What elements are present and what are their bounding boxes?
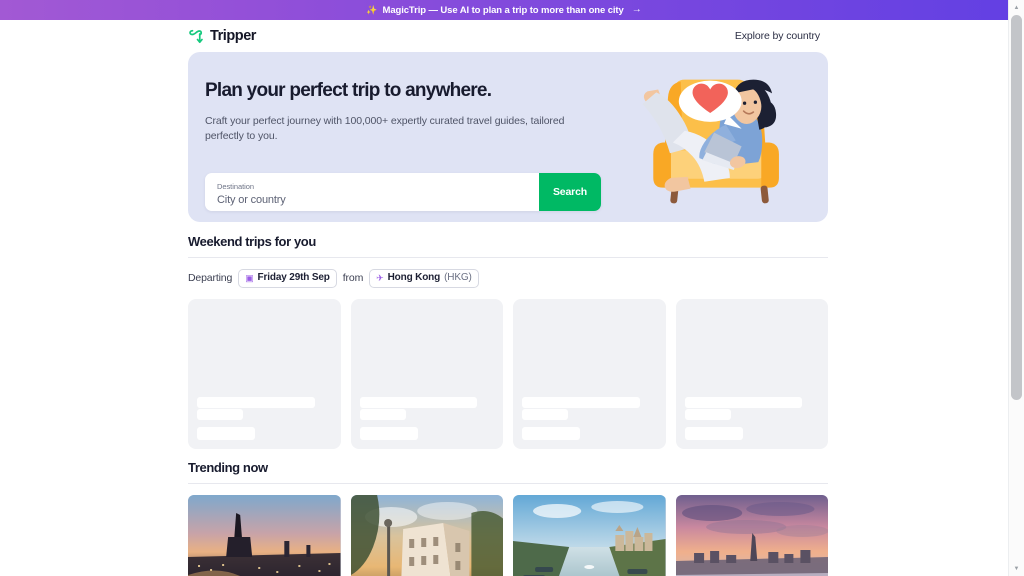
browser-viewport: ✨ MagicTrip — Use AI to plan a trip to m… xyxy=(0,0,1024,576)
promo-banner-content: ✨ MagicTrip — Use AI to plan a trip to m… xyxy=(366,5,641,16)
destination-label: Destination xyxy=(217,182,254,192)
calendar-icon: ▣ xyxy=(245,272,254,283)
trending-card[interactable] xyxy=(188,495,341,576)
skeleton-line xyxy=(359,396,477,408)
skeleton-line xyxy=(197,426,255,440)
trending-now-grid xyxy=(188,495,828,576)
skeleton-line xyxy=(684,426,743,440)
arrow-right-icon: → xyxy=(631,4,642,15)
trip-card-skeleton[interactable] xyxy=(675,298,828,449)
airplane-icon: ✈ xyxy=(376,272,384,283)
destination-search-bar: Destination City or country Search xyxy=(205,173,601,211)
weekend-trips-title: Weekend trips for you xyxy=(188,234,316,249)
hero-illustration xyxy=(622,60,822,222)
destination-input[interactable]: Destination City or country xyxy=(205,173,539,211)
trip-card-skeleton[interactable] xyxy=(188,298,341,449)
search-button[interactable]: Search xyxy=(539,173,601,211)
brand-name: Tripper xyxy=(210,27,256,44)
scrollbar-thumb[interactable] xyxy=(1011,15,1022,400)
weekend-trips-section: Weekend trips for you Departing ▣ Friday… xyxy=(188,234,828,449)
departure-date-value: Friday 29th Sep xyxy=(257,272,330,283)
site-header: Tripper Explore by country xyxy=(0,20,1008,51)
trending-card[interactable] xyxy=(350,495,503,576)
section-divider xyxy=(188,483,828,484)
origin-city: Hong Kong xyxy=(387,272,441,283)
skeleton-line xyxy=(684,396,802,408)
trending-now-section: Trending now xyxy=(188,460,828,576)
hero-section: Plan your perfect trip to anywhere. Craf… xyxy=(188,52,828,222)
skeleton-line xyxy=(684,408,731,420)
explore-by-country-link[interactable]: Explore by country xyxy=(735,30,820,42)
skeleton-line xyxy=(522,396,640,408)
trending-card[interactable] xyxy=(675,495,828,576)
trip-card-skeleton[interactable] xyxy=(513,298,666,449)
weekend-trips-grid xyxy=(188,298,828,449)
tripper-loop-logo-icon xyxy=(188,27,205,45)
scroll-down-arrow-icon[interactable]: ▼ xyxy=(1009,561,1024,576)
departure-date-chip[interactable]: ▣ Friday 29th Sep xyxy=(238,269,337,288)
origin-code: (HKG) xyxy=(444,272,472,283)
skeleton-line xyxy=(522,408,568,420)
page-content: Tripper Explore by country Plan your per… xyxy=(0,20,1008,576)
skeleton-line xyxy=(197,408,243,420)
origin-airport-chip[interactable]: ✈ Hong Kong (HKG) xyxy=(369,269,479,288)
section-divider xyxy=(188,257,828,258)
hero-title: Plan your perfect trip to anywhere. xyxy=(205,80,492,101)
sparkle-icon: ✨ xyxy=(366,4,378,15)
hero-subtitle: Craft your perfect journey with 100,000+… xyxy=(205,114,565,143)
brand-logo[interactable]: Tripper xyxy=(188,27,256,45)
promo-banner[interactable]: ✨ MagicTrip — Use AI to plan a trip to m… xyxy=(0,0,1008,20)
scroll-up-arrow-icon[interactable]: ▲ xyxy=(1009,0,1024,15)
skeleton-line xyxy=(522,426,580,440)
promo-banner-text: MagicTrip — Use AI to plan a trip to mor… xyxy=(382,4,624,16)
skeleton-line xyxy=(359,408,406,420)
weekend-trips-filters: Departing ▣ Friday 29th Sep from ✈ Hong … xyxy=(188,269,828,288)
departing-label: Departing xyxy=(188,272,233,285)
skeleton-line xyxy=(197,396,315,408)
trending-now-title: Trending now xyxy=(188,460,268,475)
trending-card[interactable] xyxy=(513,495,666,576)
trip-card-skeleton[interactable] xyxy=(350,298,503,449)
hero-copy: Plan your perfect trip to anywhere. Craf… xyxy=(205,80,605,144)
destination-placeholder: City or country xyxy=(217,193,286,206)
vertical-scrollbar[interactable]: ▲ ▼ xyxy=(1008,0,1024,576)
from-label: from xyxy=(342,272,364,285)
skeleton-line xyxy=(359,426,418,440)
